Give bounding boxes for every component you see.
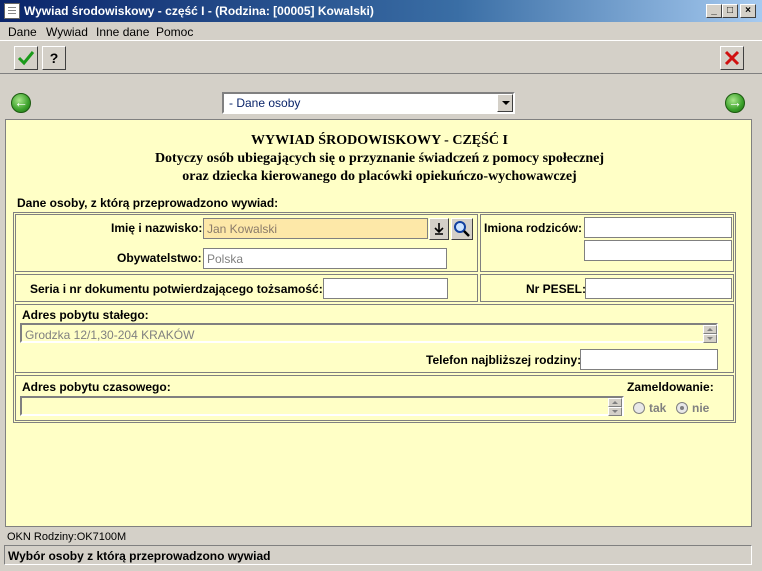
red-x-icon xyxy=(724,50,740,66)
check-icon xyxy=(17,51,35,66)
temp-address-field[interactable] xyxy=(20,396,624,416)
maximize-button[interactable]: □ xyxy=(722,4,738,18)
window-title: Wywiad środowiskowy - część I - (Rodzina… xyxy=(24,4,374,18)
accept-button[interactable] xyxy=(14,46,38,70)
form-heading: WYWIAD ŚRODOWISKOWY - CZĘŚĆ I xyxy=(251,133,508,148)
menu-dane[interactable]: Dane xyxy=(8,25,37,39)
section-label: Dane osoby, z którą przeprowadzono wywia… xyxy=(17,196,279,210)
citizenship-field[interactable]: Polska xyxy=(203,248,447,269)
registration-label: Zameldowanie: xyxy=(627,380,714,394)
menu-inne-dane[interactable]: Inne dane xyxy=(96,25,149,39)
search-person-button[interactable] xyxy=(451,218,473,240)
form-panel: WYWIAD ŚRODOWISKOWY - CZĘŚĆ I Dotyczy os… xyxy=(5,119,752,527)
help-button[interactable]: ? xyxy=(42,46,66,70)
perm-address-field[interactable]: Grodzka 12/1,30-204 KRAKÓW xyxy=(20,323,718,343)
download-arrow-icon xyxy=(434,223,444,235)
perm-address-down[interactable] xyxy=(703,334,717,343)
id-doc-label: Seria i nr dokumentu potwierdzającego to… xyxy=(30,282,323,296)
minimize-button[interactable]: _ xyxy=(706,4,722,18)
id-doc-field[interactable] xyxy=(323,278,448,299)
temp-address-up[interactable] xyxy=(608,398,622,407)
chevron-down-icon xyxy=(502,101,510,105)
pesel-field[interactable] xyxy=(585,278,732,299)
name-label: Imię i nazwisko: xyxy=(111,221,203,235)
status-bar: Wybór osoby z którą przeprowadzono wywia… xyxy=(4,545,752,565)
phone-field[interactable] xyxy=(580,349,718,370)
dropdown-arrow-button[interactable] xyxy=(497,94,513,112)
parents-field-1[interactable] xyxy=(584,217,732,238)
parents-label: Imiona rodziców: xyxy=(484,221,583,235)
chevron-down-icon xyxy=(707,337,713,340)
select-person-button[interactable] xyxy=(429,218,449,240)
registration-yes-radio[interactable] xyxy=(633,402,645,414)
form-subheading-2: oraz dziecka kierowanego do placówki opi… xyxy=(182,169,577,184)
section-select-value: - Dane osoby xyxy=(229,96,301,110)
title-bar[interactable]: Wywiad środowiskowy - część I - (Rodzina… xyxy=(0,0,762,22)
next-section-button[interactable]: → xyxy=(725,93,745,113)
temp-address-label: Adres pobytu czasowego: xyxy=(22,380,171,394)
arrow-left-icon: ← xyxy=(14,94,28,110)
cancel-button[interactable] xyxy=(720,46,744,70)
form-subheading-1: Dotyczy osób ubiegających się o przyznan… xyxy=(154,151,605,166)
magnifier-icon xyxy=(454,221,470,237)
menu-wywiad[interactable]: Wywiad xyxy=(46,25,88,39)
chevron-down-icon xyxy=(612,410,618,413)
phone-label: Telefon najbliższej rodziny: xyxy=(426,353,582,367)
registration-no-label: nie xyxy=(692,401,710,415)
pesel-label: Nr PESEL: xyxy=(526,282,587,296)
perm-address-label: Adres pobytu stałego: xyxy=(22,308,149,322)
parents-field-2[interactable] xyxy=(584,240,732,261)
okn-info: OKN Rodziny:OK7100M xyxy=(7,531,127,543)
chevron-up-icon xyxy=(707,328,713,331)
perm-address-up[interactable] xyxy=(703,325,717,334)
close-window-button[interactable]: × xyxy=(740,4,756,18)
registration-no-radio[interactable] xyxy=(676,402,688,414)
menu-bar: Dane Wywiad Inne dane Pomoc xyxy=(0,22,762,40)
arrow-right-icon: → xyxy=(728,94,742,110)
chevron-up-icon xyxy=(612,401,618,404)
previous-section-button[interactable]: ← xyxy=(11,93,31,113)
name-field[interactable]: Jan Kowalski xyxy=(203,218,428,239)
menu-pomoc[interactable]: Pomoc xyxy=(156,25,193,39)
citizenship-label: Obywatelstwo: xyxy=(117,251,202,265)
temp-address-down[interactable] xyxy=(608,407,622,416)
registration-yes-label: tak xyxy=(649,401,667,415)
section-select[interactable]: - Dane osoby xyxy=(222,92,515,114)
app-icon xyxy=(4,3,20,19)
toolbar: ? xyxy=(0,40,762,74)
